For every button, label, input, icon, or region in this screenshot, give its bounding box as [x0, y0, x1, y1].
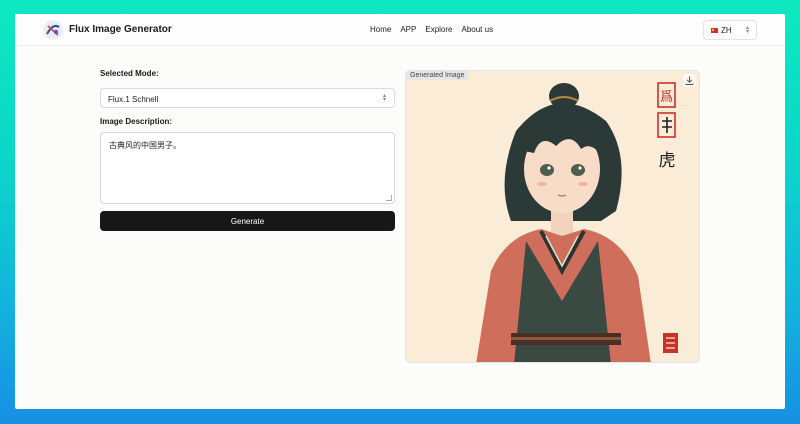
nav-about[interactable]: About us	[461, 25, 493, 34]
main-nav: Home APP Explore About us	[370, 25, 493, 34]
resize-handle-icon[interactable]	[386, 195, 392, 201]
description-label: Image Description:	[100, 117, 173, 126]
generated-image-tag: Generated Image	[406, 71, 469, 80]
brand-title[interactable]: Flux Image Generator	[69, 24, 172, 35]
generate-button[interactable]: Generate	[100, 211, 395, 231]
nav-app[interactable]: APP	[400, 25, 416, 34]
app-window: Flux Image Generator Home APP Explore Ab…	[15, 14, 785, 409]
seal-top-text: 爲	[660, 90, 673, 105]
description-text: 古典风的中国男子。	[109, 141, 181, 150]
generated-image-panel: 爲 虎 Generated Image	[405, 70, 700, 363]
mode-label: Selected Mode:	[100, 69, 159, 78]
download-icon[interactable]	[683, 74, 696, 87]
chevron-updown-icon: ▴ ▾	[745, 25, 749, 35]
generated-image: 爲 虎	[406, 71, 699, 362]
chevron-updown-icon: ▴ ▾	[382, 93, 386, 103]
language-value: ZH	[721, 25, 732, 35]
calligraphy-text: 虎	[659, 151, 676, 171]
nav-home[interactable]: Home	[370, 25, 391, 34]
flux-logo-icon[interactable]	[43, 20, 63, 40]
china-flag-icon	[711, 27, 718, 33]
nav-explore[interactable]: Explore	[425, 25, 452, 34]
top-navbar: Flux Image Generator Home APP Explore Ab…	[15, 14, 785, 46]
description-input[interactable]: 古典风的中国男子。	[100, 132, 395, 204]
mode-select[interactable]: Flux.1 Schnell ▴ ▾	[100, 88, 395, 108]
language-select[interactable]: ZH ▴ ▾	[703, 20, 757, 40]
mode-value: Flux.1 Schnell	[108, 95, 159, 104]
